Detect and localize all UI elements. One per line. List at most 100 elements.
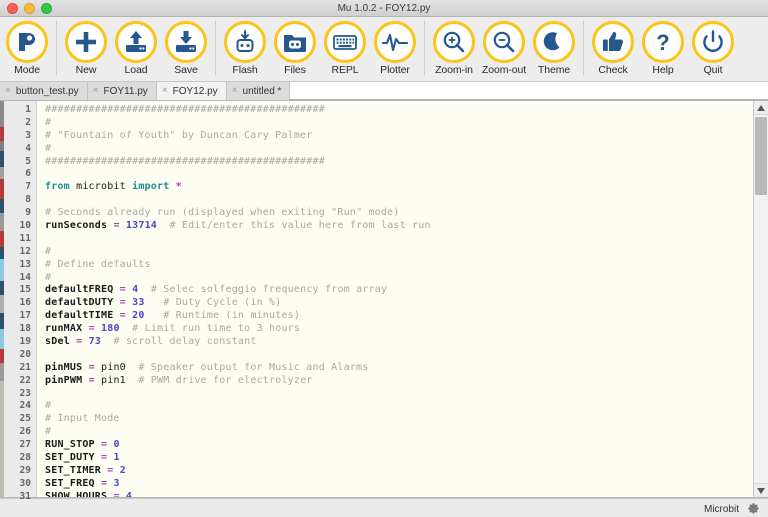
toolbar-label-plotter: Plotter <box>380 64 410 76</box>
line-number: 5 <box>25 155 31 167</box>
line-number: 20 <box>19 348 31 360</box>
toolbar-button-save[interactable]: Save <box>161 17 211 76</box>
code-line: # <box>45 271 52 283</box>
line-number: 27 <box>19 439 31 451</box>
gear-icon[interactable] <box>747 502 760 517</box>
line-number: 3 <box>25 129 31 141</box>
tab-foy11-py[interactable]: × FOY11.py <box>87 82 157 100</box>
code-line: # <box>45 116 52 128</box>
line-number: 13 <box>19 258 31 270</box>
line-number: 24 <box>19 400 31 412</box>
line-number: 9 <box>25 207 31 219</box>
magnifier-minus-icon <box>483 21 525 63</box>
toolbar-button-flash[interactable]: Flash <box>220 17 270 76</box>
tab-button_test-py[interactable]: × button_test.py <box>0 82 88 100</box>
close-icon[interactable]: × <box>162 86 168 96</box>
upload-icon <box>115 21 157 63</box>
toolbar-button-load[interactable]: Load <box>111 17 161 76</box>
code-line: defaultFREQ = 4 # Selec solfeggio freque… <box>45 284 388 296</box>
plus-icon <box>65 21 107 63</box>
thumbs-up-icon <box>592 21 634 63</box>
status-mode-label[interactable]: Microbit <box>704 504 739 515</box>
toolbar-button-plotter[interactable]: Plotter <box>370 17 420 76</box>
tab-untitled[interactable]: × untitled * <box>226 82 291 100</box>
scrollbar-thumb[interactable] <box>755 117 767 195</box>
toolbar-button-repl[interactable]: REPL <box>320 17 370 76</box>
toolbar-group-mode: Mode <box>2 17 52 76</box>
tab-label: untitled * <box>242 85 282 97</box>
code-content[interactable]: ########################################… <box>37 101 753 497</box>
toolbar-button-quit[interactable]: Quit <box>688 17 738 76</box>
code-line: # <box>45 245 52 257</box>
code-line: # Define defaults <box>45 258 151 270</box>
scroll-up-arrow-icon[interactable] <box>754 101 768 115</box>
close-icon[interactable]: × <box>93 86 99 96</box>
toolbar-separator-1 <box>56 21 57 75</box>
line-number: 18 <box>19 323 31 335</box>
window-title: Mu 1.0.2 - FOY12.py <box>337 2 431 14</box>
toolbar-label-help: Help <box>652 64 674 76</box>
toolbar-label-files: Files <box>284 64 306 76</box>
toolbar-button-new[interactable]: New <box>61 17 111 76</box>
toolbar-group-misc: Check ? Help Quit <box>588 17 738 76</box>
mu-editor-window: Mu 1.0.2 - FOY12.py Mode New Load Save F… <box>0 0 768 517</box>
code-line: ########################################… <box>45 104 325 115</box>
line-number: 14 <box>19 271 31 283</box>
scrollbar-track[interactable] <box>754 115 768 483</box>
toolbar-label-zoom-out: Zoom-out <box>481 64 527 76</box>
toolbar-label-flash: Flash <box>232 64 258 76</box>
code-line: pinPWM = pin1 # PWM drive for electrolyz… <box>45 374 313 386</box>
code-line: # <box>45 142 52 154</box>
scroll-down-arrow-icon[interactable] <box>754 483 768 497</box>
toolbar-label-mode: Mode <box>14 64 40 76</box>
line-number: 1 <box>25 104 31 115</box>
tab-bar-filler <box>290 82 768 100</box>
toolbar-label-repl: REPL <box>331 64 359 76</box>
toolbar-separator-2 <box>215 21 216 75</box>
title-bar: Mu 1.0.2 - FOY12.py <box>0 0 768 17</box>
moon-icon <box>533 21 575 63</box>
code-line: SET_FREQ = 3 <box>45 477 120 489</box>
keyboard-icon <box>324 21 366 63</box>
toolbar-button-theme[interactable]: Theme <box>529 17 579 76</box>
close-icon[interactable]: × <box>232 86 238 96</box>
status-bar: Microbit <box>0 498 768 517</box>
code-line: defaultDUTY = 33 # Duty Cycle (in %) <box>45 297 282 309</box>
code-line: RUN_STOP = 0 <box>45 439 120 451</box>
flash-robot-icon <box>224 21 266 63</box>
line-number: 31 <box>19 490 31 502</box>
toolbar-button-files[interactable]: Files <box>270 17 320 76</box>
toolbar-label-check: Check <box>598 64 628 76</box>
line-number: 15 <box>19 284 31 296</box>
toolbar-button-mode[interactable]: Mode <box>2 17 52 76</box>
code-line: ########################################… <box>45 155 325 167</box>
code-line: # Seconds already run (displayed when ex… <box>45 207 400 219</box>
line-number: 30 <box>19 477 31 489</box>
toolbar-button-help[interactable]: ? Help <box>638 17 688 76</box>
toolbar-button-zoom-out[interactable]: Zoom-out <box>479 17 529 76</box>
question-mark-icon: ? <box>642 21 684 63</box>
line-number: 11 <box>19 232 31 244</box>
toolbar-group-device: Flash Files REPL Plotter <box>220 17 420 76</box>
mode-icon <box>6 21 48 63</box>
toolbar-group-file: New Load Save <box>61 17 211 76</box>
line-number: 25 <box>19 413 31 425</box>
vertical-scrollbar[interactable] <box>753 101 768 497</box>
code-line: defaultTIME = 20 # Runtime (in minutes) <box>45 310 301 322</box>
svg-text:?: ? <box>656 30 669 55</box>
tab-foy12-py[interactable]: × FOY12.py <box>156 82 227 100</box>
toolbar-label-new: New <box>75 64 97 76</box>
line-number: 10 <box>19 220 31 232</box>
tab-label: FOY12.py <box>172 85 218 97</box>
toolbar-button-zoom-in[interactable]: Zoom-in <box>429 17 479 76</box>
tab-label: FOY11.py <box>103 85 148 97</box>
toolbar-button-check[interactable]: Check <box>588 17 638 76</box>
code-line: from microbit import * <box>45 181 182 193</box>
code-line: SET_DUTY = 1 <box>45 452 120 464</box>
folder-robot-icon <box>274 21 316 63</box>
code-line: SET_TIMER = 2 <box>45 464 126 476</box>
close-icon[interactable]: × <box>5 86 11 96</box>
